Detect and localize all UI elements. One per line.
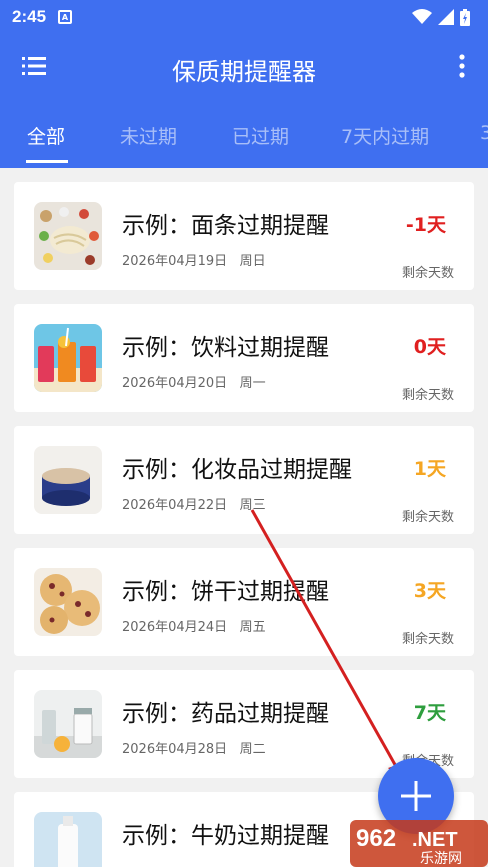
milk-thumbnail (34, 812, 102, 867)
item-date: 2026年04月20日 周一 (122, 376, 266, 391)
notification-a-icon: A (58, 10, 73, 24)
watermark-logo: 962 .NET 乐游网 (350, 820, 488, 867)
battery-icon (460, 8, 470, 26)
tab-indicator (26, 160, 68, 163)
svg-text:.NET: .NET (412, 829, 458, 851)
plus-icon (401, 781, 431, 811)
noodles-thumbnail (34, 202, 102, 270)
app-bar: 保质期提醒器 (0, 34, 488, 100)
item-title: 示例：化妆品过期提醒 (122, 457, 352, 483)
item-title: 示例：牛奶过期提醒 (122, 823, 329, 849)
svg-text:乐游网: 乐游网 (420, 851, 462, 867)
page-title: 保质期提醒器 (172, 58, 316, 86)
status-bar: 2:45 A (0, 0, 488, 34)
item-days-label: 剩余天数 (401, 510, 454, 525)
cosmetics-thumbnail (34, 446, 102, 514)
item-title: 示例：饼干过期提醒 (122, 579, 329, 605)
item-days-remaining: 7天 (413, 702, 446, 724)
item-days-label: 剩余天数 (401, 632, 454, 647)
item-days-remaining: -1天 (405, 214, 446, 236)
item-date: 2026年04月28日 周二 (122, 742, 266, 757)
tab-bar: 全部 未过期 已过期 7天内过期 3 (0, 100, 488, 168)
item-title: 示例：饮料过期提醒 (122, 335, 329, 361)
tab-expired[interactable]: 已过期 (232, 122, 289, 149)
item-title: 示例：面条过期提醒 (122, 213, 329, 239)
status-time: 2:45 (12, 7, 47, 26)
tab-unexpired[interactable]: 未过期 (120, 122, 177, 149)
item-date: 2026年04月22日 周三 (122, 498, 266, 513)
list-item[interactable]: 示例：饼干过期提醒 2026年04月24日 周五 3天 剩余天数 (14, 548, 474, 656)
cookies-thumbnail (34, 568, 102, 636)
item-title: 示例：药品过期提醒 (122, 701, 329, 727)
signal-icon (438, 9, 454, 25)
more-vertical-icon[interactable] (458, 54, 466, 78)
item-days-label: 剩余天数 (401, 266, 454, 281)
medicine-thumbnail (34, 690, 102, 758)
drinks-thumbnail (34, 324, 102, 392)
item-days-remaining: 3天 (413, 580, 446, 602)
item-date: 2026年04月19日 周日 (122, 254, 266, 269)
status-icons (412, 8, 470, 26)
item-date: 2026年04月24日 周五 (122, 620, 266, 635)
tab-7days[interactable]: 7天内过期 (341, 122, 429, 149)
tab-all[interactable]: 全部 (27, 122, 65, 149)
list-item[interactable]: 示例：化妆品过期提醒 2026年04月22日 周三 1天 剩余天数 (14, 426, 474, 534)
item-days-remaining: 0天 (413, 336, 446, 358)
list-item[interactable]: 示例：面条过期提醒 2026年04月19日 周日 -1天 剩余天数 (14, 182, 474, 290)
wifi-icon (412, 9, 432, 24)
svg-text:962: 962 (356, 825, 396, 852)
item-days-remaining: 1天 (413, 458, 446, 480)
tab-more[interactable]: 3 (480, 122, 488, 144)
list-item[interactable]: 示例：饮料过期提醒 2026年04月20日 周一 0天 剩余天数 (14, 304, 474, 412)
item-days-label: 剩余天数 (401, 388, 454, 403)
